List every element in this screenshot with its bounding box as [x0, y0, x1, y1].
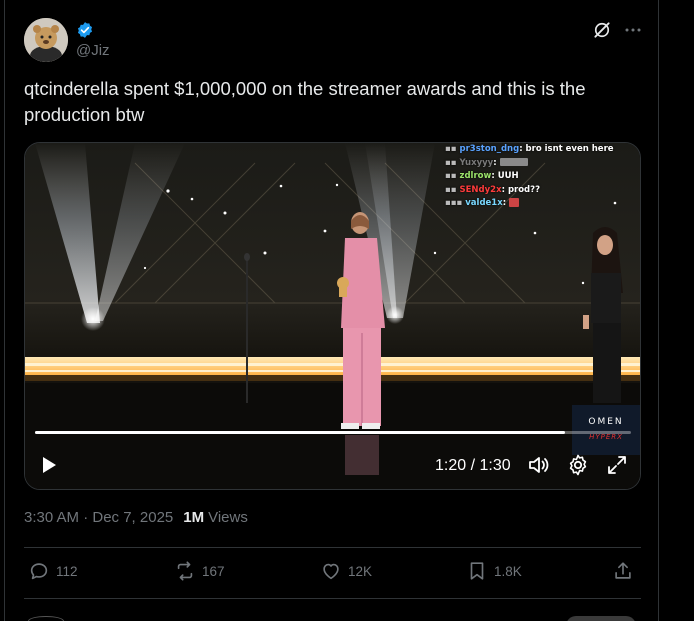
video-controls: 1:20 / 1:30 [25, 449, 640, 479]
chat-message: ▪▪ pr3ston_dng: bro isnt even here [445, 144, 614, 154]
grok-icon[interactable] [592, 20, 612, 40]
views-count: 1M [183, 509, 205, 526]
more-icon[interactable] [624, 21, 642, 39]
user-handle[interactable]: @Jiz [76, 42, 110, 59]
divider [24, 598, 641, 599]
chat-emote-icon [499, 158, 528, 166]
chat-message: ▪▪ Yuxyyy: [445, 157, 640, 171]
chat-message: ▪▪ SENdy2x: prod?? [445, 184, 540, 195]
chat-username: zdlrow [459, 171, 492, 181]
chat-message: ▪▪ zdlrow: UUH [445, 171, 519, 181]
volume-icon[interactable] [527, 453, 551, 477]
chat-emote-icon [509, 198, 520, 207]
play-icon[interactable] [39, 455, 59, 475]
sponsor-hyperx: HYPERX [589, 433, 623, 441]
video-progress-fill [35, 431, 566, 434]
chat-text: prod?? [507, 184, 540, 195]
bookmark-button[interactable]: 1.8K [466, 560, 522, 582]
share-icon [615, 562, 631, 579]
reply-button[interactable]: 112 [28, 560, 78, 582]
post-meta: 3:30 AM · Dec 7, 2025 1M Views [24, 509, 248, 526]
repost-count: 167 [202, 563, 225, 579]
stream-chat-overlay: ▪▪ pr3ston_dng: bro isnt even here ▪▪ Yu… [445, 143, 640, 211]
video-progress-bar[interactable] [35, 431, 631, 434]
reply-icon [30, 563, 48, 580]
timeline-border-right [658, 0, 659, 621]
chat-username: Yuxyyy [459, 157, 494, 168]
video-time: 1:20 / 1:30 [435, 457, 511, 474]
reply-avatar[interactable] [28, 616, 64, 621]
sponsor-omen: OMEN [588, 417, 624, 427]
verified-badge-icon [77, 22, 93, 38]
chat-text: UUH [497, 171, 519, 181]
chat-username: SENdy2x [459, 184, 502, 195]
bookmark-icon [470, 562, 484, 580]
post-action-bar: 112 167 12K 1.8K [24, 560, 641, 586]
chat-username: pr3ston_dng [459, 144, 520, 154]
chat-badge-icon: ▪▪ [445, 157, 457, 168]
settings-icon[interactable] [566, 453, 590, 477]
display-name-row[interactable] [76, 20, 94, 40]
post-timestamp[interactable]: 3:30 AM · Dec 7, 2025 [24, 509, 173, 526]
post-top-actions [592, 20, 642, 40]
chat-username: valde1x [465, 198, 503, 208]
reply-count: 112 [56, 563, 78, 579]
repost-icon [177, 561, 193, 581]
avatar[interactable] [24, 18, 68, 62]
chat-badge-icon: ▪▪▪ [445, 198, 463, 208]
chat-badge-icon: ▪▪ [445, 171, 457, 181]
chat-badge-icon: ▪▪ [445, 144, 457, 154]
views-label: Views [208, 509, 248, 526]
divider [24, 547, 641, 548]
repost-button[interactable]: 167 [174, 560, 225, 582]
like-count: 12K [348, 563, 373, 579]
sponsor-logo: OMEN HYPERX [572, 405, 640, 455]
chat-badge-icon: ▪▪ [445, 184, 457, 195]
like-icon [323, 563, 339, 580]
chat-message: ▪▪▪ valde1x: [445, 197, 640, 211]
share-button[interactable] [612, 560, 634, 582]
post-text: qtcinderella spent $1,000,000 on the str… [24, 78, 586, 125]
like-button[interactable]: 12K [320, 560, 372, 582]
reply-button-pill[interactable] [566, 616, 636, 621]
fullscreen-icon[interactable] [605, 453, 629, 477]
chat-text: bro isnt even here [525, 144, 614, 154]
video-player[interactable]: ▪▪ pr3ston_dng: bro isnt even here ▪▪ Yu… [24, 142, 641, 490]
timeline-border-left [4, 0, 5, 621]
bookmark-count: 1.8K [494, 563, 522, 579]
